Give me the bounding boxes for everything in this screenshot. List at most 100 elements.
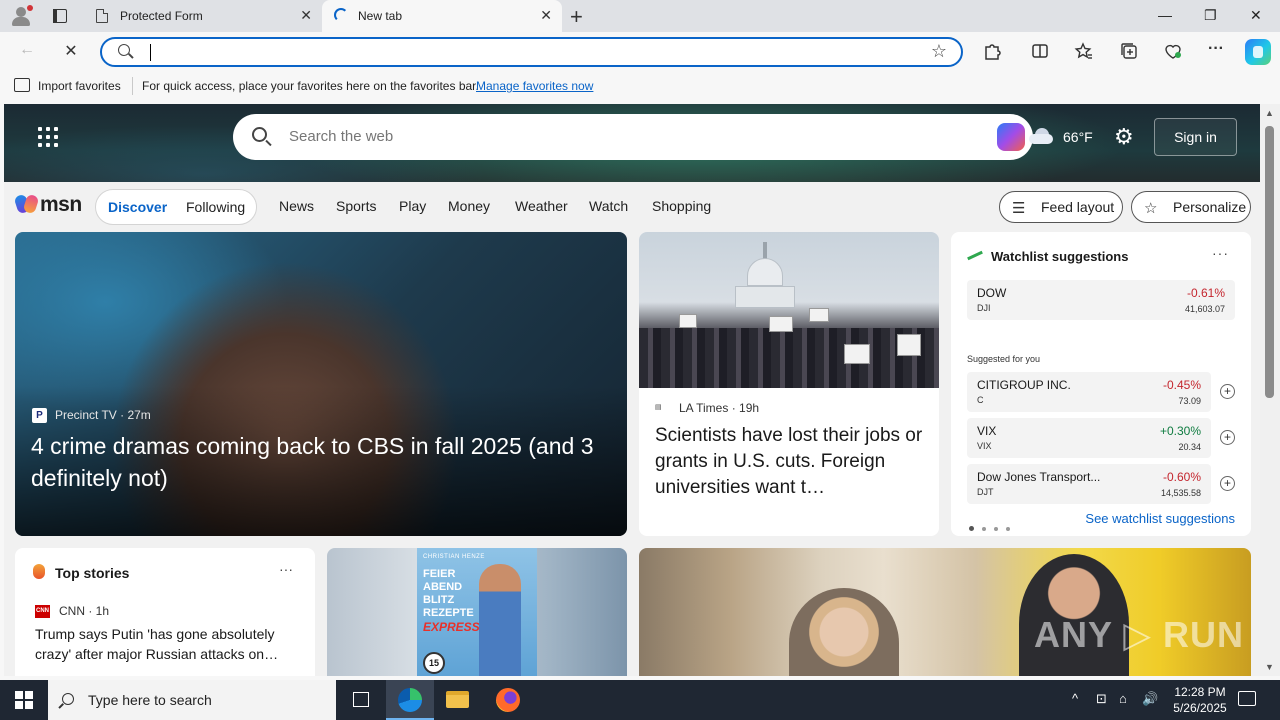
- story-image: [639, 232, 939, 388]
- close-tab-icon[interactable]: ✕: [300, 7, 312, 24]
- loading-icon: [334, 8, 348, 22]
- tab-discover[interactable]: Discover: [108, 199, 167, 215]
- new-tab-button[interactable]: +: [570, 4, 583, 30]
- favorites-icon[interactable]: [1073, 41, 1095, 61]
- scroll-down-icon[interactable]: ▼: [1265, 662, 1274, 672]
- sliders-icon: ☰: [1012, 200, 1026, 217]
- news-story-card[interactable]: ▤ LA Times · 19h Scientists have lost th…: [639, 232, 939, 536]
- file-explorer-taskbar-button[interactable]: [434, 680, 482, 720]
- header-background: Search the web 66°F ⚙ Sign in: [4, 104, 1260, 182]
- chart-trend-icon: [967, 250, 983, 260]
- taskbar-search[interactable]: Type here to search: [48, 680, 336, 720]
- story-headline[interactable]: 4 crime dramas coming back to CBS in fal…: [31, 430, 621, 494]
- add-favorite-icon[interactable]: ☆: [931, 41, 947, 62]
- minimize-button[interactable]: —: [1158, 7, 1172, 23]
- suggested-label: Suggested for you: [967, 354, 1041, 364]
- copilot-search-icon[interactable]: [997, 123, 1025, 151]
- network-icon[interactable]: ⌂: [1119, 691, 1127, 706]
- msn-logo[interactable]: msn: [13, 191, 82, 219]
- see-watchlist-link[interactable]: See watchlist suggestions: [1085, 511, 1235, 526]
- tab-protected-form[interactable]: Protected Form ✕: [84, 0, 322, 32]
- task-view-icon: [353, 692, 369, 707]
- scroll-up-icon[interactable]: ▲: [1265, 108, 1274, 118]
- manage-favorites-link[interactable]: Manage favorites now: [476, 79, 593, 93]
- nav-news[interactable]: News: [279, 198, 314, 214]
- windows-taskbar: Type here to search ^ ⊡ ⌂ 🔊 12:28 PM 5/2…: [0, 680, 1280, 720]
- story-headline[interactable]: Trump says Putin 'has gone absolutely cr…: [35, 624, 297, 664]
- clock-date: 5/26/2025: [1173, 701, 1227, 715]
- browser-essentials-icon[interactable]: [1162, 41, 1184, 61]
- nav-weather[interactable]: Weather: [515, 198, 568, 214]
- search-placeholder: Search the web: [289, 128, 394, 145]
- nav-watch[interactable]: Watch: [589, 198, 628, 214]
- cloudy-weather-icon[interactable]: [1029, 128, 1055, 144]
- copilot-icon[interactable]: [1245, 39, 1271, 65]
- import-favorites-button[interactable]: Import favorites: [38, 79, 121, 93]
- tab-new-tab[interactable]: New tab ✕: [322, 0, 562, 32]
- split-screen-icon[interactable]: [1029, 41, 1051, 61]
- stock-row-djt[interactable]: Dow Jones Transport... DJT -0.60% 14,535…: [967, 464, 1235, 504]
- favorites-bar: Import favorites For quick access, place…: [0, 72, 1280, 100]
- publisher-logo: P: [32, 408, 47, 423]
- text-caret: [150, 44, 151, 61]
- collections-icon[interactable]: [1118, 41, 1140, 61]
- hero-story-card[interactable]: P Precinct TV · 27m 4 crime dramas comin…: [15, 232, 627, 536]
- top-stories-title: Top stories: [55, 565, 130, 581]
- personalize-button[interactable]: ☆ Personalize: [1131, 191, 1251, 223]
- usb-icon[interactable]: ⊡: [1096, 691, 1107, 707]
- nav-sports[interactable]: Sports: [336, 198, 376, 214]
- add-to-watchlist-icon[interactable]: +: [1220, 384, 1235, 399]
- stock-row-dow[interactable]: DOW DJI -0.61% 41,603.07: [967, 280, 1235, 320]
- profile-icon[interactable]: [10, 5, 33, 27]
- sign-in-button[interactable]: Sign in: [1154, 118, 1237, 156]
- windows-start-icon[interactable]: [15, 691, 33, 709]
- more-options-icon[interactable]: ···: [1212, 245, 1229, 261]
- taskbar-search-placeholder: Type here to search: [88, 692, 212, 708]
- stock-row-vix[interactable]: VIX VIX +0.30% 20.34 +: [967, 418, 1235, 458]
- carousel-dots[interactable]: [969, 518, 1018, 536]
- story-headline[interactable]: Scientists have lost their jobs or grant…: [655, 423, 927, 501]
- back-button[interactable]: ←: [16, 41, 38, 59]
- app-launcher-icon[interactable]: [38, 127, 58, 147]
- stock-row-citigroup[interactable]: CITIGROUP INC. C -0.45% 73.09 +: [967, 372, 1235, 412]
- feed-layout-button[interactable]: ☰ Feed layout: [999, 191, 1123, 223]
- nav-play[interactable]: Play: [399, 198, 426, 214]
- edge-taskbar-button[interactable]: [386, 680, 434, 720]
- restore-button[interactable]: ❐: [1204, 7, 1217, 24]
- scroll-thumb[interactable]: [1265, 126, 1274, 398]
- web-search-box[interactable]: Search the web: [233, 114, 1033, 160]
- nav-shopping[interactable]: Shopping: [652, 198, 711, 214]
- tab-following[interactable]: Following: [186, 199, 245, 215]
- firefox-taskbar-button[interactable]: [484, 680, 532, 720]
- task-view-button[interactable]: [336, 680, 384, 720]
- extensions-icon[interactable]: [981, 41, 1003, 61]
- system-clock[interactable]: 12:28 PM 5/26/2025: [1162, 684, 1238, 716]
- close-tab-icon[interactable]: ✕: [540, 7, 552, 24]
- stop-loading-button[interactable]: ✕: [60, 41, 82, 61]
- page-icon: [96, 9, 108, 23]
- fire-icon: [33, 564, 45, 579]
- close-window-button[interactable]: ✕: [1250, 7, 1262, 24]
- add-to-watchlist-icon[interactable]: +: [1220, 430, 1235, 445]
- address-bar[interactable]: ☆: [100, 37, 963, 67]
- import-favorites-icon: [14, 78, 30, 92]
- star-icon: ☆: [1144, 200, 1158, 217]
- photo-story-card[interactable]: [639, 548, 1251, 676]
- page-scrollbar[interactable]: ▲ ▼: [1260, 104, 1280, 676]
- show-hidden-icons[interactable]: ^: [1072, 691, 1078, 706]
- cnn-logo: CNN: [35, 605, 50, 618]
- story-source: LA Times · 19h: [679, 401, 760, 415]
- more-options-icon[interactable]: ···: [279, 561, 293, 577]
- book-ad-card[interactable]: CHRISTIAN HENZE FEIER ABEND BLITZ REZEPT…: [327, 548, 627, 676]
- add-to-watchlist-icon[interactable]: +: [1220, 476, 1235, 491]
- volume-icon[interactable]: 🔊: [1142, 691, 1158, 707]
- notifications-icon[interactable]: [1238, 691, 1256, 706]
- temperature[interactable]: 66°F: [1063, 129, 1093, 145]
- search-icon: [118, 44, 130, 56]
- nav-money[interactable]: Money: [448, 198, 490, 214]
- tab-actions-icon[interactable]: [50, 6, 70, 26]
- publisher-logo: ▤: [655, 404, 662, 411]
- more-icon[interactable]: ···: [1205, 40, 1227, 58]
- settings-gear-icon[interactable]: ⚙: [1114, 124, 1134, 150]
- book-cover: CHRISTIAN HENZE FEIER ABEND BLITZ REZEPT…: [417, 548, 537, 676]
